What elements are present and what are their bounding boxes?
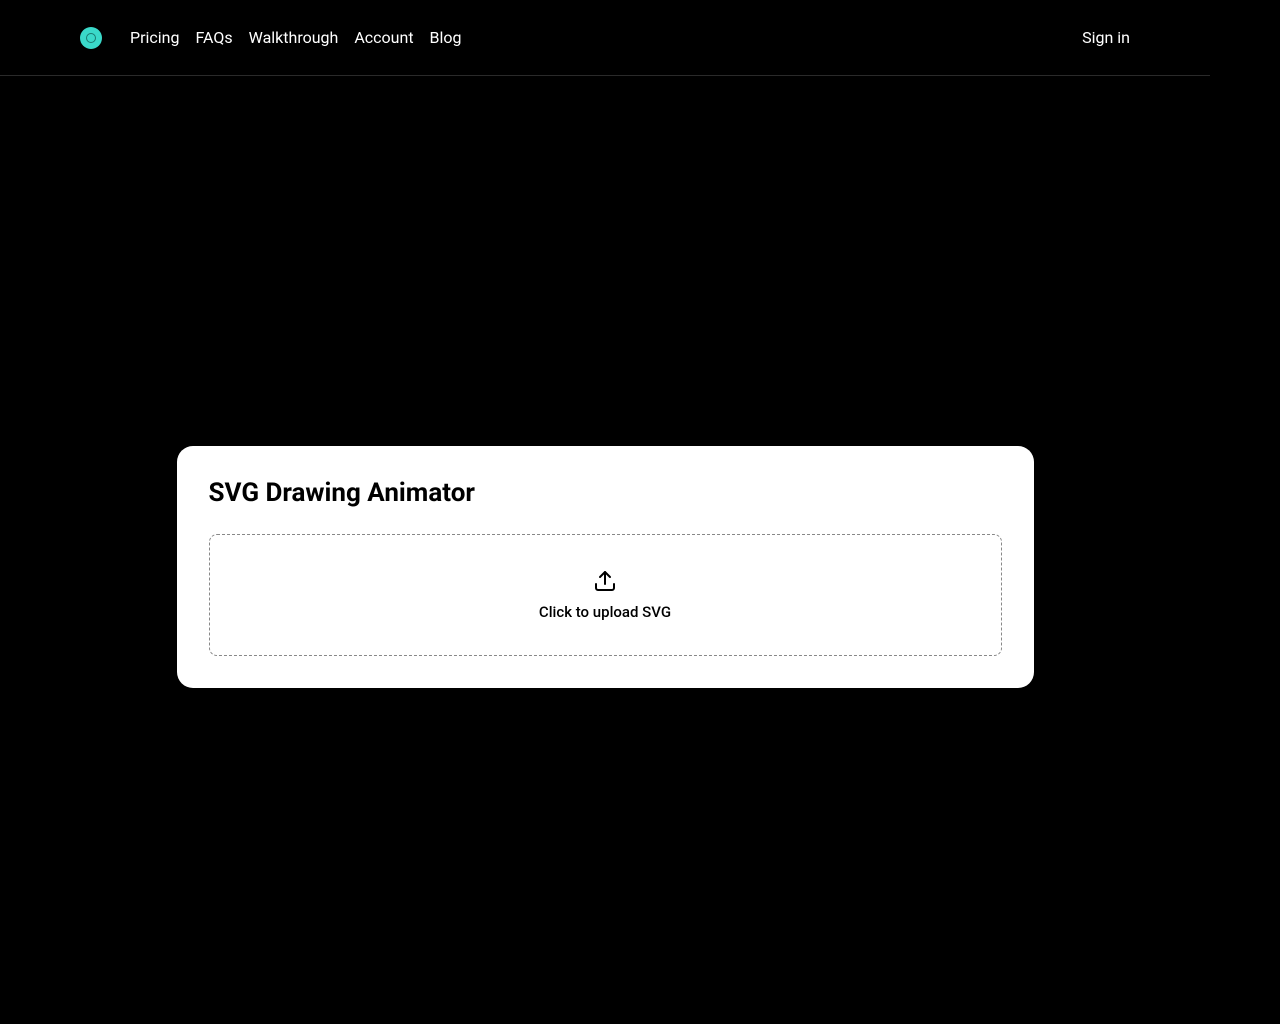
upload-icon bbox=[593, 569, 617, 593]
signin-link[interactable]: Sign in bbox=[1082, 28, 1130, 47]
upload-label: Click to upload SVG bbox=[539, 603, 671, 621]
nav-link-blog[interactable]: Blog bbox=[430, 28, 462, 47]
nav-link-faqs[interactable]: FAQs bbox=[196, 28, 233, 47]
animator-card: SVG Drawing Animator Click to upload SVG bbox=[177, 446, 1034, 688]
main-header: Pricing FAQs Walkthrough Account Blog Si… bbox=[0, 0, 1210, 76]
nav-link-account[interactable]: Account bbox=[354, 28, 413, 47]
main-nav: Pricing FAQs Walkthrough Account Blog bbox=[130, 28, 462, 47]
main-content: SVG Drawing Animator Click to upload SVG bbox=[0, 76, 1210, 688]
logo[interactable] bbox=[80, 27, 102, 49]
card-title: SVG Drawing Animator bbox=[209, 478, 1002, 508]
nav-link-pricing[interactable]: Pricing bbox=[130, 28, 180, 47]
upload-dropzone[interactable]: Click to upload SVG bbox=[209, 534, 1002, 656]
nav-link-walkthrough[interactable]: Walkthrough bbox=[249, 28, 339, 47]
header-left-group: Pricing FAQs Walkthrough Account Blog bbox=[80, 27, 462, 49]
logo-inner-circle bbox=[86, 33, 96, 43]
